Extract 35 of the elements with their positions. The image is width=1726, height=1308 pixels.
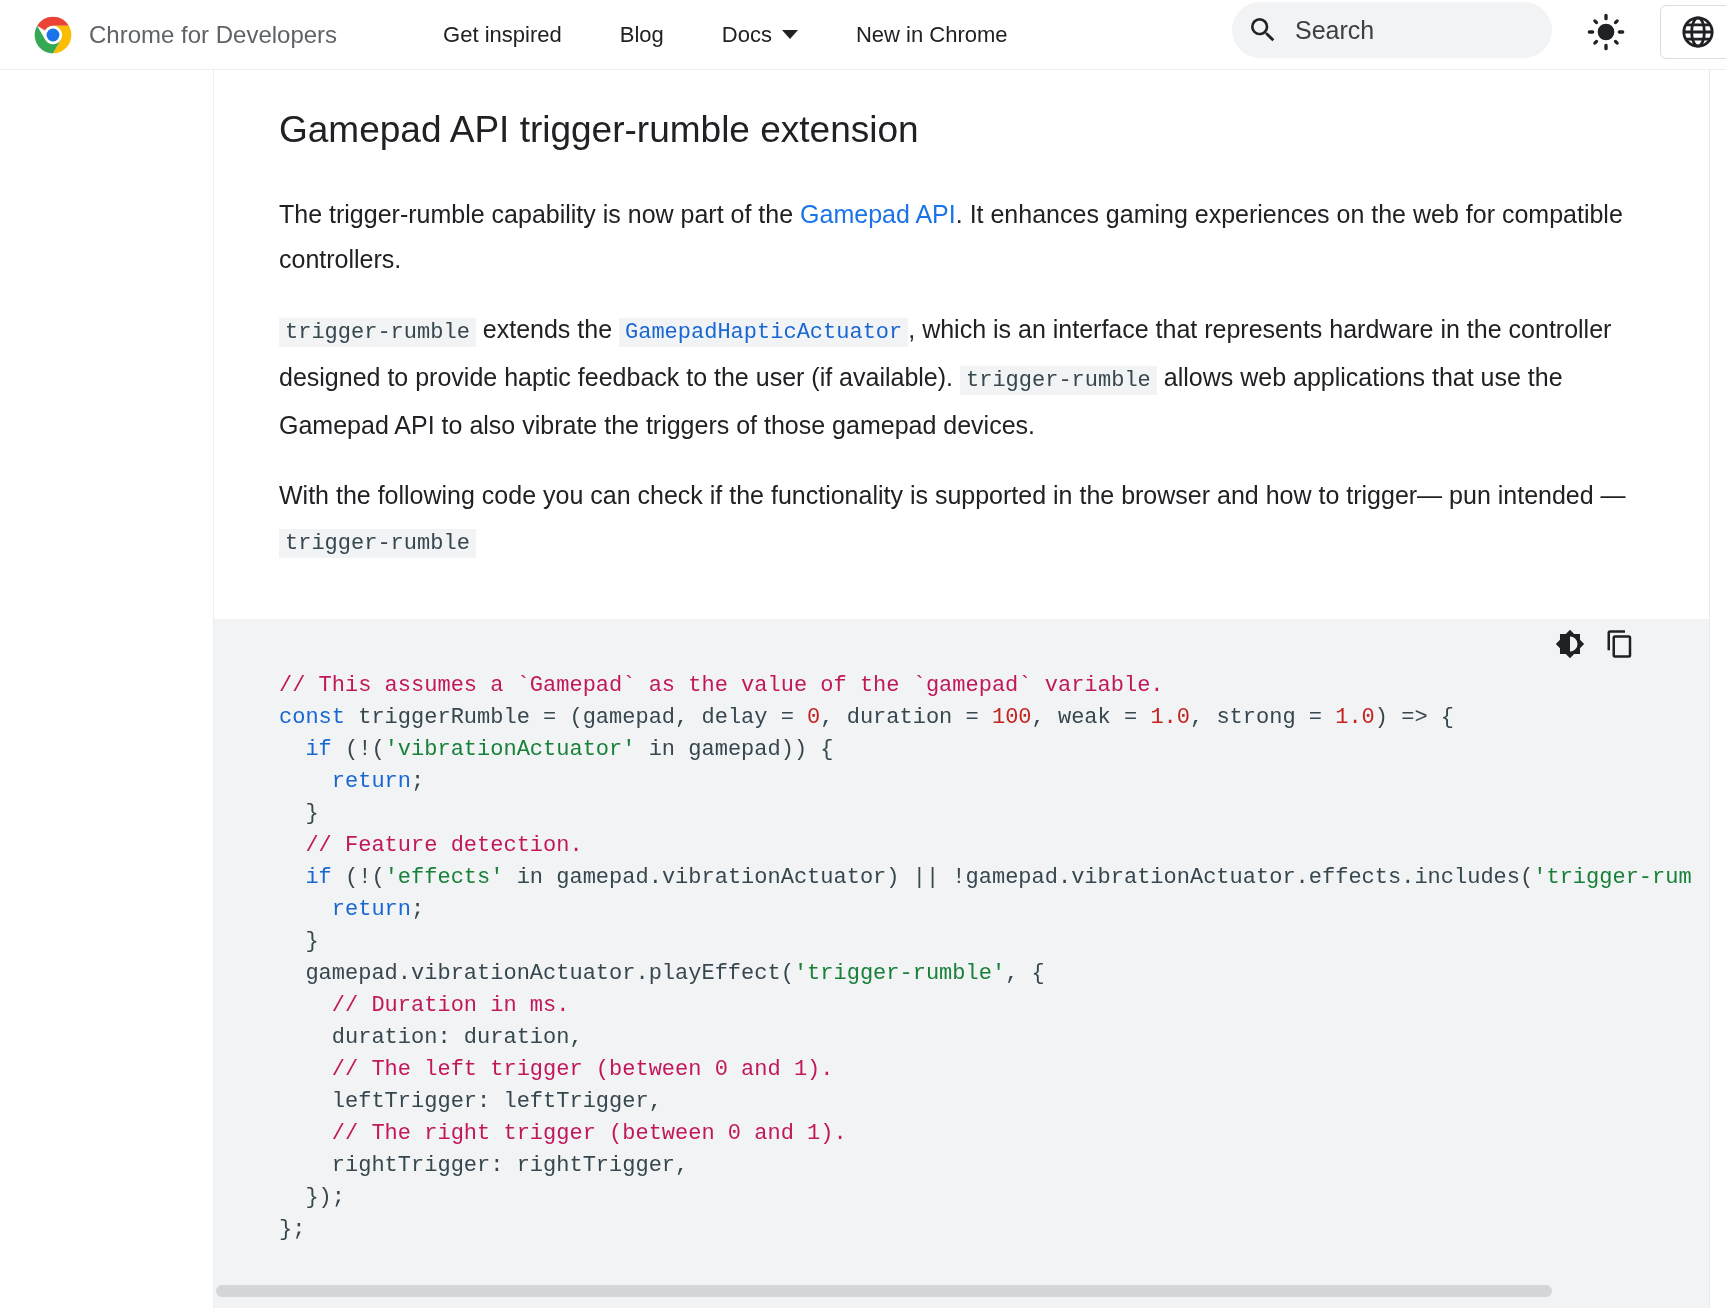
site-name-link[interactable]: Chrome for Developers — [89, 16, 338, 53]
code-line: return; — [330, 768, 425, 796]
paragraph: trigger-rumble extends the GamepadHapticActuator , which is an interface that represents hardware in the controller designed to provide haptic feedback to the user (if available). trigger-rumble allows web applications that use the Gamepad API to also vibrate the triggers of those gamepad devices. — [279, 314, 1613, 441]
code-line: // Duration in ms. — [330, 992, 570, 1020]
nav-link[interactable]: Blog — [619, 18, 664, 51]
paragraph: The trigger-rumble capability is now part of the Gamepad API. It enhances gaming experiences on the web for compatible controllers. — [279, 199, 1624, 275]
link[interactable]: Gamepad API — [800, 200, 956, 228]
nav-link[interactable]: Get inspired — [443, 18, 562, 51]
code-line: rightTrigger: rightTrigger, — [330, 1152, 689, 1180]
code-line: // The right trigger (between 0 and 1). — [330, 1120, 847, 1148]
code-line: }); — [304, 1184, 345, 1212]
code-line: if (!('vibrationActuator' in gamepad)) { — [304, 736, 834, 764]
code-line: // Feature detection. — [304, 832, 583, 860]
code-line: } — [304, 800, 319, 828]
code-line: gamepad.vibrationActuator.playEffect('trigger-rumble', { — [304, 960, 1045, 988]
code-line: }; — [279, 1216, 306, 1244]
sun-icon[interactable] — [1586, 12, 1626, 52]
nav-link[interactable]: Docs — [721, 18, 798, 51]
language-button[interactable] — [1660, 5, 1726, 59]
code-line: if (!('effects' in gamepad.vibrationActuator) || !gamepad.vibrationActuator.effects.includes('trigger-rum — [304, 864, 1692, 892]
search-field[interactable]: Search — [1232, 2, 1552, 58]
theme-toggle-icon[interactable] — [1555, 629, 1585, 659]
code-link[interactable]: GamepadHapticActuator — [619, 318, 909, 347]
nav-link[interactable]: New in Chrome — [855, 18, 1008, 51]
code-line: // The left trigger (between 0 and 1). — [330, 1056, 834, 1084]
code-line: duration: duration, — [330, 1024, 583, 1052]
paragraph: With the following code you can check if the functionality is supported in the browser and how to trigger— pun intended — trigger-rumble — [279, 480, 1627, 560]
horizontal-scrollbar[interactable] — [216, 1285, 1552, 1297]
article-title: Gamepad API trigger-rumble extension — [279, 108, 920, 152]
code-line: const triggerRumble = (gamepad, delay = 0, duration = 100, weak = 1.0, strong = 1.0) => { — [279, 704, 1455, 732]
globe-icon — [1681, 15, 1715, 49]
code-line: leftTrigger: leftTrigger, — [330, 1088, 662, 1116]
code-line: return; — [330, 896, 425, 924]
code-line: // This assumes a `Gamepad` as the value of the `gamepad` variable. — [279, 672, 1164, 700]
code-line: } — [304, 928, 319, 956]
